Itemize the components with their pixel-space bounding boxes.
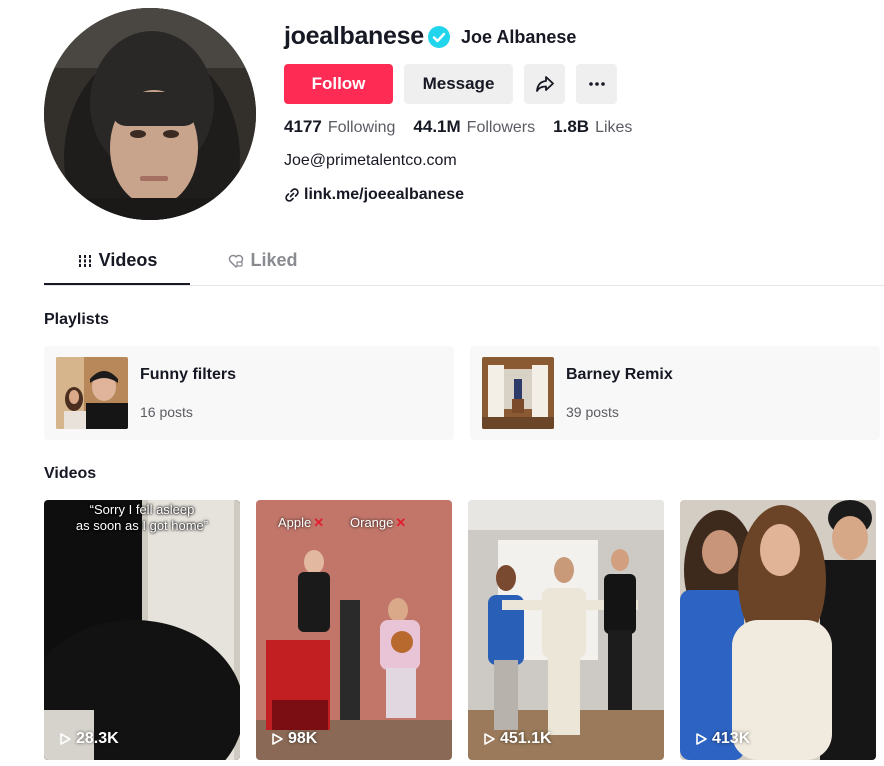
x-mark-icon: ✕	[395, 515, 407, 530]
video-tag: Orange ✕	[350, 515, 406, 531]
videos-heading: Videos	[44, 465, 97, 482]
caption-line: “Sorry I fell asleep	[89, 502, 195, 517]
play-outline-icon	[60, 733, 71, 745]
profile-link[interactable]: link.me/joeealbanese	[284, 186, 464, 204]
followers-label: Followers	[466, 119, 536, 136]
video-caption: “Sorry I fell asleep as soon as I got ho…	[44, 502, 240, 534]
likes-label: Likes	[595, 119, 633, 136]
play-outline-icon	[272, 733, 283, 745]
view-count-text: 413K	[712, 730, 751, 747]
following-label: Following	[327, 119, 396, 136]
profile-stats: 4177 Following 44.1M Followers 1.8B Likes	[284, 117, 632, 137]
message-button[interactable]: Message	[404, 64, 513, 104]
playlist-name: Funny filters	[140, 366, 237, 383]
play-outline-icon	[484, 733, 495, 745]
tab-divider	[44, 285, 884, 286]
x-mark-icon: ✕	[313, 515, 325, 530]
more-dots-icon	[588, 82, 605, 86]
grid-bars-icon	[77, 255, 92, 267]
video-thumbnail	[680, 500, 876, 760]
follow-button[interactable]: Follow	[284, 64, 393, 104]
followers-stat[interactable]: 44.1M Followers	[413, 117, 535, 137]
tab-liked[interactable]: Liked	[190, 250, 336, 284]
playlist-post-count: 39 posts	[566, 404, 619, 420]
view-count-text: 451.1K	[500, 730, 552, 747]
verified-badge-icon	[428, 26, 450, 48]
view-count: 413K	[694, 730, 750, 748]
playlist-name: Barney Remix	[566, 366, 673, 383]
profile-link-text: link.me/joeealbanese	[304, 186, 465, 203]
avatar-image	[44, 8, 256, 220]
video-card[interactable]: Apple ✕ Orange ✕ 98K	[256, 500, 452, 760]
caption-line: as soon as I got home”	[75, 518, 209, 533]
profile-username: joealbanese	[284, 22, 424, 50]
view-count: 28.3K	[58, 730, 119, 748]
likes-stat: 1.8B Likes	[553, 117, 632, 137]
video-thumbnail	[44, 500, 240, 760]
view-count-text: 98K	[288, 730, 318, 747]
view-count-text: 28.3K	[76, 730, 119, 747]
video-thumbnail	[468, 500, 664, 760]
video-tag: Apple ✕	[278, 515, 324, 531]
tab-videos[interactable]: Videos	[44, 250, 190, 284]
share-arrow-icon	[535, 76, 554, 92]
video-card[interactable]: 451.1K	[468, 500, 664, 760]
playlist-thumbnail	[482, 357, 554, 429]
tab-videos-label: Videos	[98, 250, 158, 270]
likes-count: 1.8B	[553, 117, 590, 136]
tab-liked-label: Liked	[250, 250, 298, 270]
share-button[interactable]	[524, 64, 565, 104]
tag-text: Orange	[350, 515, 394, 530]
more-options-button[interactable]	[576, 64, 617, 104]
video-card[interactable]: 413K	[680, 500, 876, 760]
play-outline-icon	[696, 733, 707, 745]
following-count: 4177	[284, 117, 322, 136]
playlist-post-count: 16 posts	[140, 404, 193, 420]
video-card[interactable]: “Sorry I fell asleep as soon as I got ho…	[44, 500, 240, 760]
playlist-card[interactable]: Funny filters 16 posts	[44, 346, 454, 440]
followers-count: 44.1M	[413, 117, 461, 136]
view-count: 451.1K	[482, 730, 552, 748]
playlists-heading: Playlists	[44, 311, 109, 328]
heart-lock-icon	[229, 254, 244, 268]
video-thumbnail	[256, 500, 452, 760]
link-icon	[285, 188, 299, 202]
tab-active-indicator	[44, 283, 190, 285]
profile-bio: Joe@primetalentco.com	[284, 152, 457, 169]
profile-nickname: Joe Albanese	[461, 27, 577, 47]
following-stat[interactable]: 4177 Following	[284, 117, 395, 137]
profile-avatar	[44, 8, 256, 220]
playlist-thumbnail	[56, 357, 128, 429]
playlist-card[interactable]: Barney Remix 39 posts	[470, 346, 880, 440]
view-count: 98K	[270, 730, 317, 748]
tag-text: Apple	[278, 515, 312, 530]
